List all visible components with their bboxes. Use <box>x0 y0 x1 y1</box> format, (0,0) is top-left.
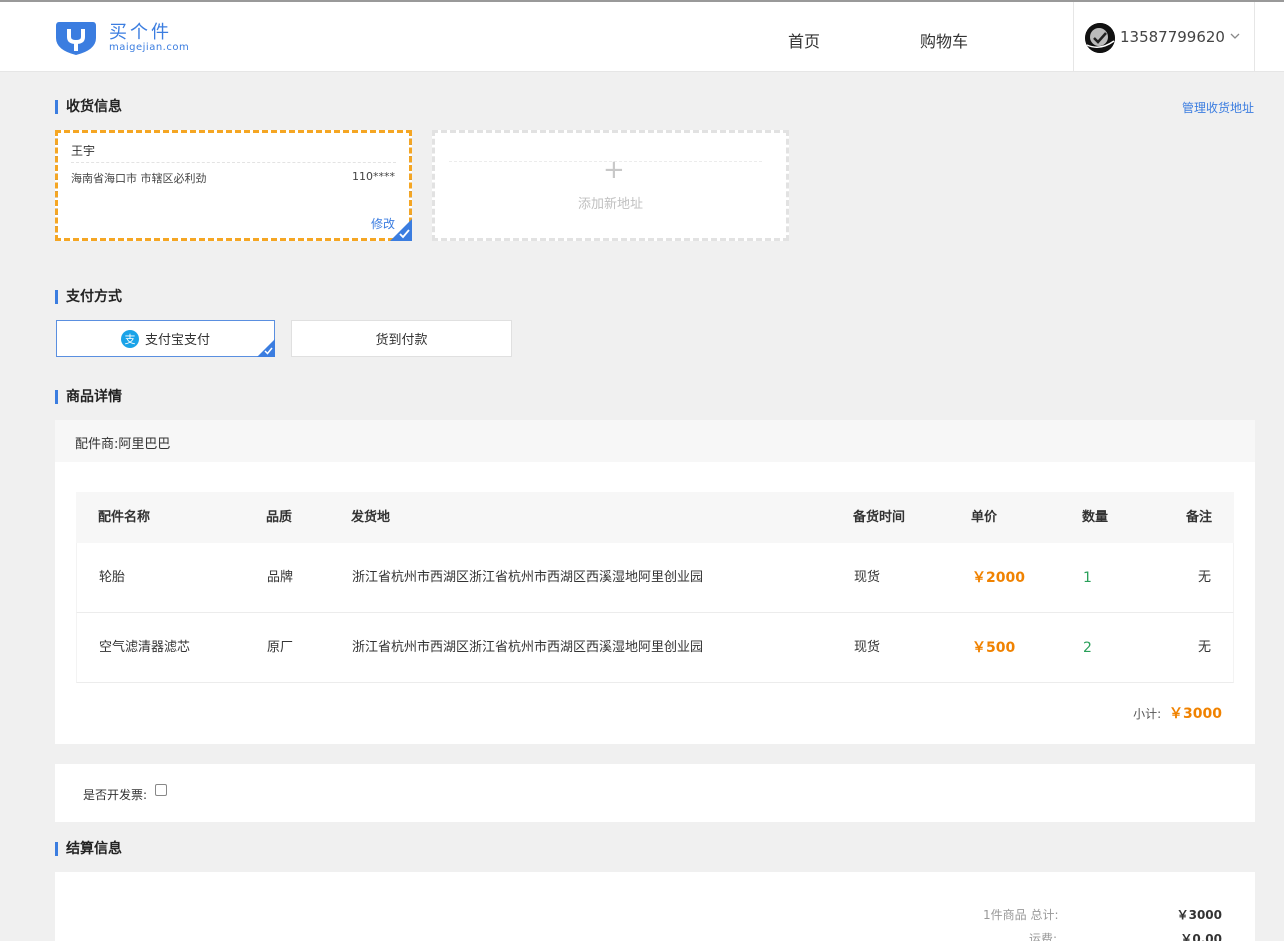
logo-title: 买个件 <box>109 22 172 43</box>
address-name: 王宇 <box>71 144 96 158</box>
supplier-name: 配件商:阿里巴巴 <box>55 420 1255 462</box>
column-header: 备注 <box>1185 510 1212 525</box>
avatar <box>1085 23 1115 53</box>
part-note: 无 <box>1197 640 1211 655</box>
alipay-icon: 支 <box>120 329 139 348</box>
part-price: ￥500 <box>972 640 1016 656</box>
part-price: ￥2000 <box>972 570 1025 586</box>
table-header: 配件名称 品质 发货地 备货时间 单价 数量 备注 <box>76 492 1234 543</box>
total-label: 1件商品 总计: <box>983 908 1059 922</box>
avatar-image <box>1085 23 1115 53</box>
address-divider <box>71 162 396 163</box>
add-address-label: 添加新地址 <box>577 197 643 212</box>
settlement-panel: 1件商品 总计: ￥3000 运费: ￥0.00 <box>55 872 1255 941</box>
logo[interactable]: 买个件 maigejian.com <box>55 18 195 58</box>
payment-option-alipay[interactable]: 支 支付宝支付 <box>56 320 275 357</box>
part-quantity: 2 <box>1083 640 1092 656</box>
column-header: 单价 <box>971 510 998 525</box>
column-header: 数量 <box>1082 510 1109 525</box>
site-header: 买个件 maigejian.com 首页 购物车 13587799620 <box>0 2 1284 72</box>
address-card-selected[interactable]: 王宇 海南省海口市 市辖区必利劲 110**** 修改 <box>55 130 412 241</box>
column-header: 品质 <box>266 510 293 525</box>
section-title-payment: 支付方式 <box>55 290 122 304</box>
subtotal-value: ￥3000 <box>1169 706 1222 722</box>
manage-address-link[interactable]: 管理收货地址 <box>1182 99 1254 116</box>
table-row: 空气滤清器滤芯 原厂 浙江省杭州市西湖区浙江省杭州市西湖区西溪湿地阿里创业园 现… <box>76 613 1234 683</box>
part-note: 无 <box>1197 570 1211 585</box>
payment-option-label: 货到付款 <box>375 333 428 348</box>
nav-home[interactable]: 首页 <box>788 28 820 52</box>
subtotal: 小计: ￥3000 <box>1133 703 1222 723</box>
subtotal-label: 小计: <box>1133 707 1162 721</box>
part-name: 轮胎 <box>99 570 126 585</box>
total-value: ￥3000 <box>1176 908 1222 922</box>
column-header: 发货地 <box>351 510 391 525</box>
invoice-checkbox[interactable] <box>155 784 167 796</box>
invoice-label: 是否开发票: <box>83 788 148 802</box>
part-stock: 现货 <box>854 570 881 585</box>
chevron-down-icon <box>1230 33 1240 39</box>
part-stock: 现货 <box>854 640 881 655</box>
part-name: 空气滤清器滤芯 <box>99 640 191 655</box>
logo-icon <box>56 22 96 55</box>
selected-check-icon <box>390 219 412 241</box>
shipping-fee-label: 运费: <box>1029 932 1058 941</box>
section-title-settlement: 结算信息 <box>55 842 122 856</box>
column-header: 配件名称 <box>98 510 151 525</box>
part-quality: 品牌 <box>267 570 294 585</box>
goods-panel: 配件名称 品质 发货地 备货时间 单价 数量 备注 轮胎 品牌 浙江省杭州市西湖… <box>55 462 1255 744</box>
add-address-card[interactable]: + 添加新地址 <box>432 130 789 241</box>
user-phone: 13587799620 <box>1120 28 1225 46</box>
address-phone: 110**** <box>352 170 395 183</box>
plus-icon: + <box>603 155 625 185</box>
column-header: 备货时间 <box>853 510 906 525</box>
nav-cart[interactable]: 购物车 <box>920 28 968 52</box>
address-detail: 海南省海口市 市辖区必利劲 <box>71 172 207 185</box>
table-row: 轮胎 品牌 浙江省杭州市西湖区浙江省杭州市西湖区西溪湿地阿里创业园 现货 ￥20… <box>76 543 1234 613</box>
svg-text:支: 支 <box>124 333 135 346</box>
shipping-fee-value: ￥0.00 <box>1180 932 1222 941</box>
part-quantity: 1 <box>1083 570 1092 586</box>
logo-subtitle: maigejian.com <box>109 42 190 53</box>
invoice-panel: 是否开发票: <box>55 764 1255 822</box>
goods-table: 配件名称 品质 发货地 备货时间 单价 数量 备注 轮胎 品牌 浙江省杭州市西湖… <box>76 492 1234 683</box>
payment-option-cod[interactable]: 货到付款 <box>291 320 512 357</box>
part-origin: 浙江省杭州市西湖区浙江省杭州市西湖区西溪湿地阿里创业园 <box>352 640 704 655</box>
payment-option-label: 支付宝支付 <box>144 333 210 348</box>
part-quality: 原厂 <box>267 640 294 655</box>
user-menu[interactable]: 13587799620 <box>1073 2 1255 72</box>
section-title-goods: 商品详情 <box>55 390 122 404</box>
selected-check-icon <box>257 339 275 357</box>
section-title-shipping: 收货信息 <box>55 100 122 114</box>
part-origin: 浙江省杭州市西湖区浙江省杭州市西湖区西溪湿地阿里创业园 <box>352 570 704 585</box>
